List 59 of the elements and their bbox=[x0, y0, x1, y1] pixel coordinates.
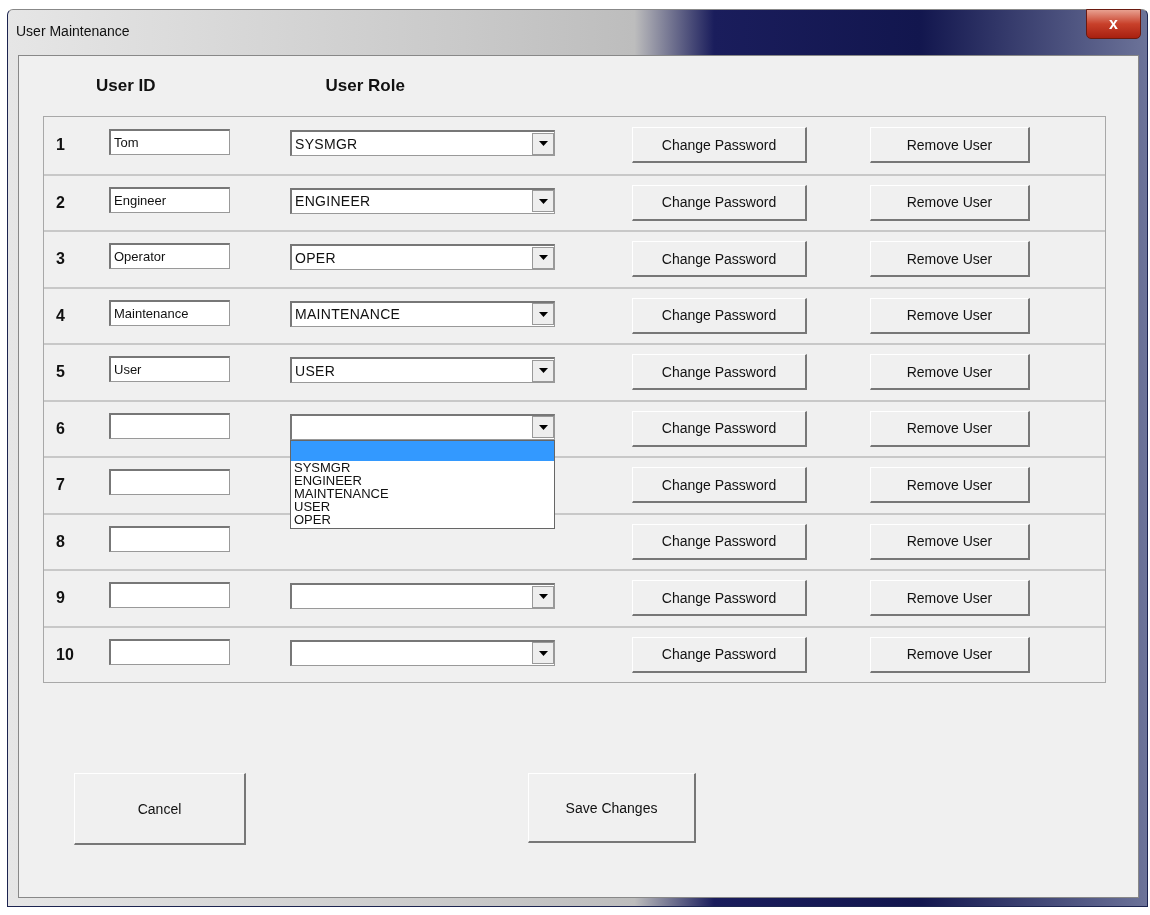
change-password-button[interactable]: Change Password bbox=[632, 297, 807, 334]
remove-user-button[interactable]: Remove User bbox=[870, 241, 1030, 278]
role-dropdown[interactable]: ENGINEER bbox=[290, 187, 555, 214]
user-id-field[interactable]: Maintenance bbox=[109, 299, 230, 326]
user-id-field[interactable] bbox=[109, 638, 230, 665]
change-password-button[interactable]: Change Password bbox=[632, 636, 807, 673]
change-password-button[interactable]: Change Password bbox=[632, 127, 807, 164]
role-dropdown[interactable]: USER bbox=[290, 357, 555, 384]
remove-user-button[interactable]: Remove User bbox=[870, 636, 1030, 673]
role-dropdown[interactable] bbox=[290, 583, 555, 610]
remove-user-button[interactable]: Remove User bbox=[870, 523, 1030, 560]
change-password-button[interactable]: Change Password bbox=[632, 467, 807, 504]
change-password-button[interactable]: Change Password bbox=[632, 523, 807, 560]
row-number: 7 bbox=[55, 476, 66, 495]
user-id-field[interactable]: Operator bbox=[109, 243, 230, 270]
role-value: USER bbox=[295, 362, 336, 379]
user-id-field[interactable] bbox=[109, 582, 230, 609]
row-number: 5 bbox=[55, 363, 66, 382]
remove-user-button[interactable]: Remove User bbox=[870, 127, 1030, 164]
row-number: 9 bbox=[55, 589, 66, 608]
role-dropdown[interactable]: OPER bbox=[290, 244, 555, 271]
user-id-field[interactable]: Tom bbox=[109, 129, 230, 156]
role-dropdown[interactable] bbox=[290, 639, 555, 666]
remove-user-button[interactable]: Remove User bbox=[870, 580, 1030, 617]
user-id-field[interactable]: User bbox=[109, 356, 230, 383]
user-id-field[interactable]: Engineer bbox=[109, 186, 230, 213]
remove-user-button[interactable]: Remove User bbox=[870, 354, 1030, 391]
change-password-button[interactable]: Change Password bbox=[632, 580, 807, 617]
change-password-button[interactable]: Change Password bbox=[632, 410, 807, 447]
role-value: OPER bbox=[295, 249, 336, 266]
role-dropdown[interactable] bbox=[290, 413, 555, 440]
role-value: MAINTENANCE bbox=[295, 306, 401, 323]
role-dropdown[interactable]: MAINTENANCE bbox=[290, 300, 555, 327]
user-id-field[interactable] bbox=[109, 525, 230, 552]
column-header: User Role bbox=[325, 76, 405, 96]
role-dropdown[interactable]: SYSMGR bbox=[290, 130, 555, 157]
row-number: 6 bbox=[55, 419, 66, 438]
row-number: 4 bbox=[55, 306, 66, 325]
column-header: User ID bbox=[96, 76, 156, 96]
row-number: 2 bbox=[55, 193, 66, 212]
cancel-button[interactable]: Cancel bbox=[74, 773, 246, 845]
user-id-field[interactable] bbox=[109, 412, 230, 439]
role-value: SYSMGR bbox=[295, 135, 358, 152]
row-number: 8 bbox=[55, 532, 66, 551]
change-password-button[interactable]: Change Password bbox=[632, 241, 807, 278]
window-title: User Maintenance bbox=[16, 23, 130, 39]
row-number: 1 bbox=[55, 136, 66, 155]
remove-user-button[interactable]: Remove User bbox=[870, 297, 1030, 334]
remove-user-button[interactable]: Remove User bbox=[870, 467, 1030, 504]
close-button[interactable]: x bbox=[1086, 9, 1141, 39]
save-changes-button[interactable]: Save Changes bbox=[528, 773, 696, 843]
remove-user-button[interactable]: Remove User bbox=[870, 184, 1030, 221]
user-id-field[interactable] bbox=[109, 469, 230, 496]
row-number: 10 bbox=[55, 645, 75, 664]
change-password-button[interactable]: Change Password bbox=[632, 184, 807, 221]
row-number: 3 bbox=[55, 250, 66, 269]
change-password-button[interactable]: Change Password bbox=[632, 354, 807, 391]
role-value: ENGINEER bbox=[295, 193, 371, 210]
remove-user-button[interactable]: Remove User bbox=[870, 410, 1030, 447]
